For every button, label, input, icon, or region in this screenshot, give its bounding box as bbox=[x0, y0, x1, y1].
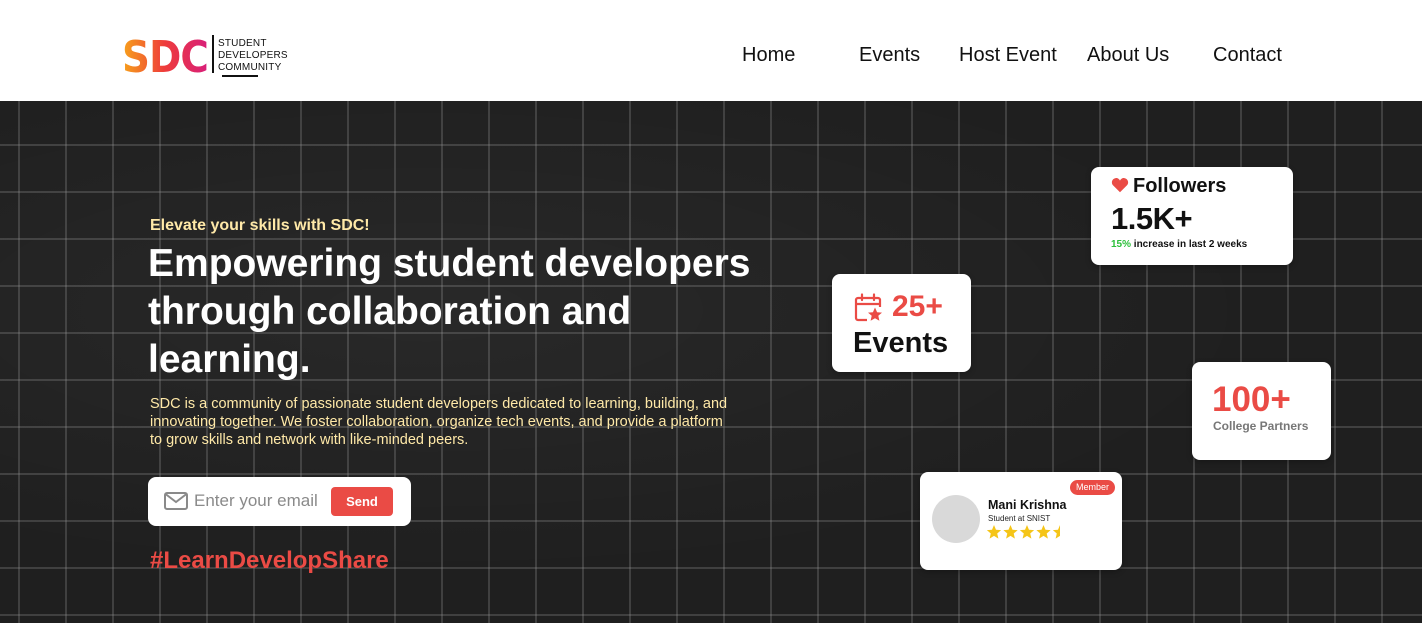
email-input[interactable] bbox=[194, 489, 324, 513]
hero-description: SDC is a community of passionate student… bbox=[150, 396, 728, 448]
followers-growth-note: 15% increase in last 2 weeks bbox=[1111, 239, 1247, 250]
events-label: Events bbox=[853, 327, 949, 359]
member-role: Student at SNIST bbox=[988, 514, 1051, 523]
hashtag-text: #LearnDevelopShare bbox=[150, 547, 389, 574]
followers-count: 1.5K+ bbox=[1111, 201, 1193, 236]
partners-label: College Partners bbox=[1213, 419, 1309, 433]
nav-about-us[interactable]: About Us bbox=[1087, 44, 1169, 67]
nav-events[interactable]: Events bbox=[859, 44, 920, 67]
avatar bbox=[932, 495, 980, 543]
site-header: SDC STUDENT DEVELOPERS COMMUNITY Home Ev… bbox=[0, 0, 1422, 101]
rating-star bbox=[1052, 525, 1060, 539]
calendar-star-icon bbox=[854, 293, 884, 323]
member-name: Mani Krishna bbox=[988, 498, 1067, 512]
rating-star bbox=[1019, 525, 1035, 539]
member-badge: Member bbox=[1070, 480, 1115, 495]
partners-card: 100+ College Partners bbox=[1192, 362, 1331, 460]
rating-star bbox=[1003, 525, 1018, 539]
nav-host-event[interactable]: Host Event bbox=[959, 44, 1057, 67]
rating-star bbox=[987, 525, 1002, 539]
followers-card: Followers 1.5K+ 15% increase in last 2 w… bbox=[1091, 167, 1293, 265]
main-nav: Home Events Host Event About Us Contact bbox=[0, 44, 1422, 72]
email-signup: Send bbox=[148, 477, 411, 526]
hero-headline: Empowering student developers through co… bbox=[148, 242, 751, 381]
nav-home[interactable]: Home bbox=[742, 44, 795, 67]
heart-icon bbox=[1111, 178, 1129, 193]
star-rating bbox=[987, 525, 1060, 539]
send-button[interactable]: Send bbox=[331, 487, 393, 516]
mail-icon bbox=[164, 492, 188, 510]
events-count: 25+ bbox=[892, 290, 943, 323]
events-card: 25+ Events bbox=[832, 274, 971, 372]
rating-star bbox=[1036, 525, 1051, 539]
followers-growth-percent: 15% bbox=[1111, 239, 1132, 250]
hero-eyebrow: Elevate your skills with SDC! bbox=[150, 217, 370, 234]
nav-contact[interactable]: Contact bbox=[1213, 44, 1282, 67]
partners-count: 100+ bbox=[1212, 380, 1291, 419]
member-card: Member Mani Krishna Student at SNIST bbox=[920, 472, 1122, 570]
followers-growth-label: increase in last 2 weeks bbox=[1133, 239, 1248, 250]
hero-section: Elevate your skills with SDC! Empowering… bbox=[0, 101, 1422, 623]
followers-title: Followers bbox=[1133, 175, 1227, 197]
